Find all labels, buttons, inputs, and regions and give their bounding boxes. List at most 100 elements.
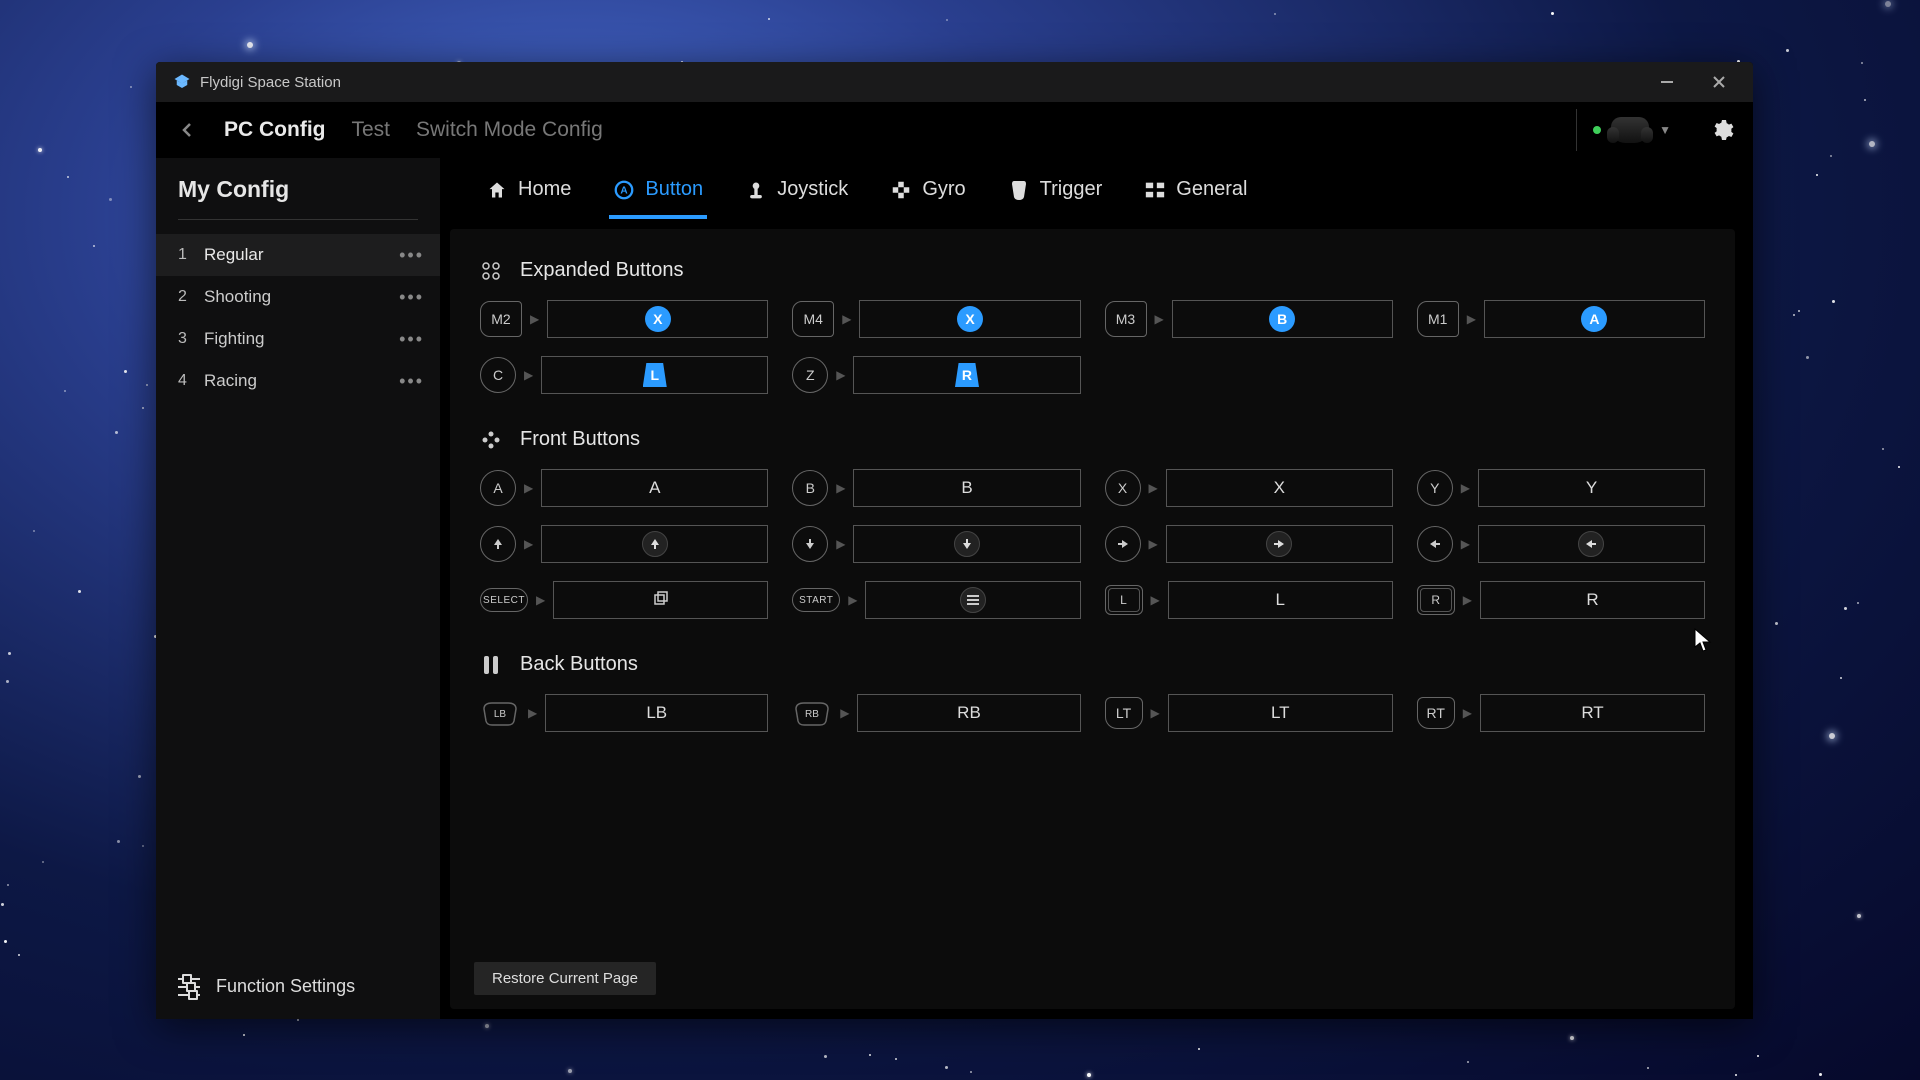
assignment-field[interactable]: RT: [1480, 694, 1705, 732]
assigned-value: RT: [1581, 703, 1603, 723]
hardware-button-label: R: [1417, 585, 1455, 615]
device-indicator[interactable]: ▼: [1576, 109, 1687, 151]
arrow-separator-icon: ▶: [840, 706, 849, 720]
assignment-field[interactable]: [1166, 525, 1393, 563]
svg-text:A: A: [621, 185, 629, 196]
minimize-button[interactable]: [1653, 68, 1681, 96]
mapping-row: ▶: [1417, 525, 1705, 563]
function-settings-button[interactable]: Function Settings: [156, 954, 440, 1019]
assignment-field[interactable]: B: [853, 469, 1080, 507]
breadcrumb-0[interactable]: PC Config: [224, 118, 325, 142]
assigned-value-icon: [954, 531, 980, 557]
mapping-row: R ▶ R: [1417, 581, 1705, 619]
gyro-icon: [890, 179, 912, 201]
hardware-button-label: LT: [1105, 697, 1143, 729]
assignment-field[interactable]: L: [1168, 581, 1393, 619]
tab-button[interactable]: A Button: [609, 170, 707, 219]
assigned-value: A: [649, 478, 660, 498]
assigned-value-icon: L: [643, 363, 667, 387]
assignment-field[interactable]: R: [853, 356, 1080, 394]
mapping-row: ▶: [792, 525, 1080, 563]
config-name: Regular: [204, 245, 391, 265]
mapping-row: X ▶ X: [1105, 469, 1393, 507]
more-icon[interactable]: •••: [391, 371, 432, 392]
assignment-field[interactable]: L: [541, 356, 768, 394]
assigned-value: LT: [1271, 703, 1290, 723]
assignment-field[interactable]: X: [547, 300, 768, 338]
breadcrumb-1[interactable]: Test: [351, 118, 390, 142]
mapping-row: A ▶ A: [480, 469, 768, 507]
arrow-separator-icon: ▶: [836, 368, 845, 382]
mapping-row: M2 ▶ X: [480, 300, 768, 338]
button-icon: A: [613, 179, 635, 201]
top-nav: PC Config Test Switch Mode Config ▼: [156, 102, 1753, 158]
hardware-button-label: [480, 526, 516, 562]
assignment-field[interactable]: [1478, 525, 1705, 563]
mapping-row: C ▶ L: [480, 356, 768, 394]
sidebar-item-racing[interactable]: 4 Racing •••: [156, 360, 440, 402]
config-number: 2: [178, 288, 204, 306]
assignment-field[interactable]: Y: [1478, 469, 1705, 507]
assignment-field[interactable]: RB: [857, 694, 1080, 732]
assignment-field[interactable]: [853, 525, 1080, 563]
mapping-row: LB ▶ LB: [480, 694, 768, 732]
assignment-field[interactable]: B: [1172, 300, 1393, 338]
sidebar-item-shooting[interactable]: 2 Shooting •••: [156, 276, 440, 318]
assigned-value: X: [1274, 478, 1285, 498]
assignment-field[interactable]: LB: [545, 694, 768, 732]
sidebar-item-fighting[interactable]: 3 Fighting •••: [156, 318, 440, 360]
assignment-field[interactable]: X: [859, 300, 1080, 338]
mapping-row: M1 ▶ A: [1417, 300, 1705, 338]
tab-home[interactable]: Home: [482, 170, 575, 219]
tab-joystick[interactable]: Joystick: [741, 170, 852, 219]
tab-label: Gyro: [922, 178, 965, 201]
hardware-button-label: RT: [1417, 697, 1455, 729]
assignment-field[interactable]: R: [1480, 581, 1705, 619]
hardware-button-label: M4: [792, 301, 834, 337]
restore-page-button[interactable]: Restore Current Page: [474, 962, 656, 995]
assignment-field[interactable]: A: [541, 469, 768, 507]
assignment-field[interactable]: X: [1166, 469, 1393, 507]
hardware-button-label: C: [480, 357, 516, 393]
back-btn-icon: [480, 654, 502, 676]
window-title: Flydigi Space Station: [200, 74, 341, 91]
hardware-button-label: RB: [792, 699, 832, 727]
tab-trigger[interactable]: Trigger: [1004, 170, 1107, 219]
breadcrumb-2[interactable]: Switch Mode Config: [416, 118, 603, 142]
assignment-field[interactable]: [865, 581, 1080, 619]
arrow-separator-icon: ▶: [1467, 312, 1476, 326]
arrow-separator-icon: ▶: [530, 312, 539, 326]
assigned-value: LB: [646, 703, 667, 723]
close-button[interactable]: [1705, 68, 1733, 96]
sidebar-title: My Config: [156, 158, 440, 234]
grid4-icon: [480, 260, 502, 282]
assignment-field[interactable]: LT: [1168, 694, 1393, 732]
arrow-separator-icon: ▶: [536, 593, 545, 607]
more-icon[interactable]: •••: [391, 329, 432, 350]
arrow-separator-icon: ▶: [1155, 312, 1164, 326]
hardware-button-label: A: [480, 470, 516, 506]
tab-general[interactable]: General: [1140, 170, 1251, 219]
mapping-row: SELECT ▶: [480, 581, 768, 619]
tab-label: Button: [645, 178, 703, 201]
hardware-button-label: M3: [1105, 301, 1147, 337]
back-button[interactable]: [174, 116, 202, 144]
sidebar-item-regular[interactable]: 1 Regular •••: [156, 234, 440, 276]
tab-gyro[interactable]: Gyro: [886, 170, 969, 219]
svg-text:RB: RB: [805, 709, 819, 720]
mapping-row: B ▶ B: [792, 469, 1080, 507]
assignment-field[interactable]: [553, 581, 768, 619]
mapping-row: M4 ▶ X: [792, 300, 1080, 338]
assignment-field[interactable]: [541, 525, 768, 563]
sliders-icon: [178, 978, 200, 996]
settings-button[interactable]: [1709, 117, 1735, 143]
hardware-button-label: [1105, 526, 1141, 562]
hardware-button-label: [1417, 526, 1453, 562]
arrow-separator-icon: ▶: [524, 537, 533, 551]
more-icon[interactable]: •••: [391, 245, 432, 266]
section-back-buttons: Back Buttons LB ▶ LB RB ▶ RB LT: [480, 653, 1705, 732]
app-window: Flydigi Space Station PC Config Test Switc…: [156, 62, 1753, 1019]
more-icon[interactable]: •••: [391, 287, 432, 308]
assignment-field[interactable]: A: [1484, 300, 1705, 338]
svg-text:LB: LB: [494, 709, 507, 720]
